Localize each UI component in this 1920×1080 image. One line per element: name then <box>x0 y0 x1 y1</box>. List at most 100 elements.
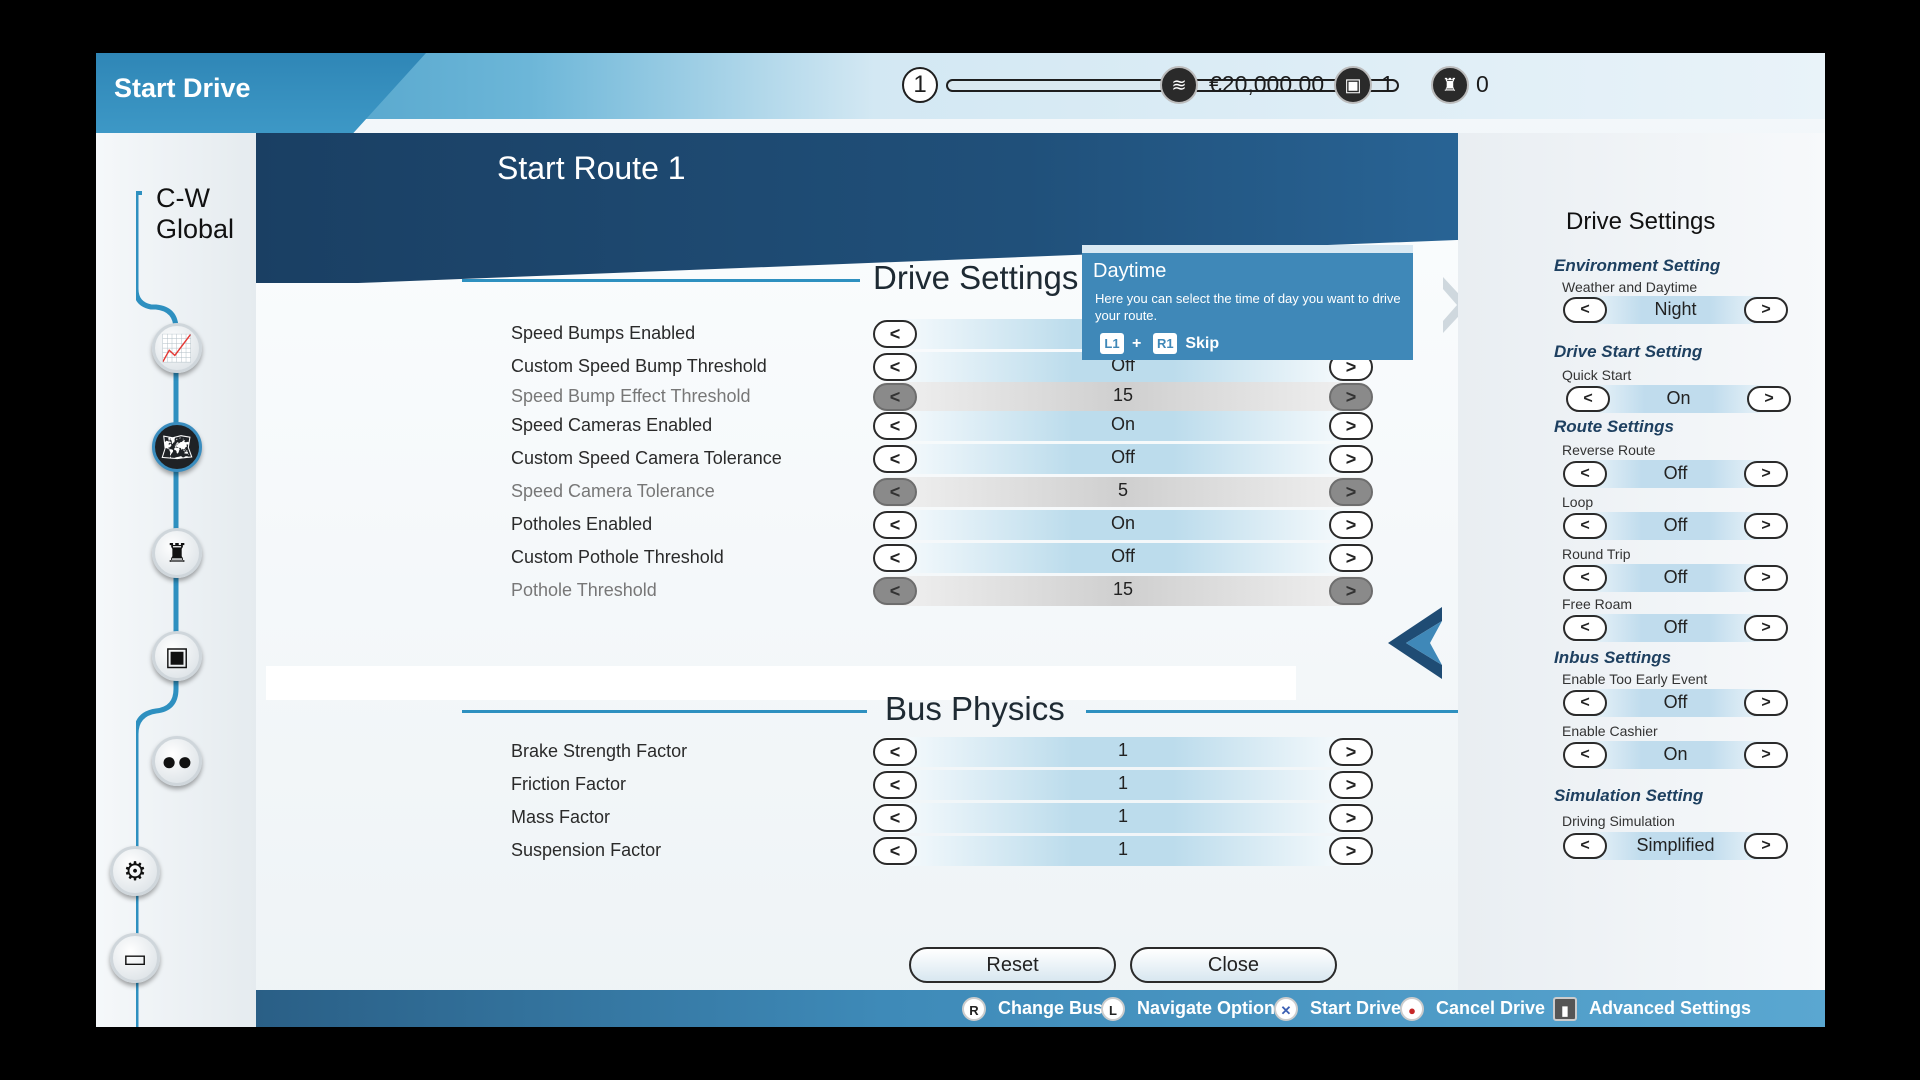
next-option-button[interactable]: > <box>1329 511 1373 539</box>
quick-start-next-button[interactable]: > <box>1747 386 1791 412</box>
physics-setting-selector[interactable]: <1 > <box>873 803 1373 833</box>
bus-button[interactable]: ▣ <box>152 631 202 681</box>
tooltip-skip-hint[interactable]: L1 + R1 Skip <box>1100 333 1219 354</box>
physics-setting-selector[interactable]: <1 > <box>873 770 1373 800</box>
bus-icon: ▣ <box>164 640 190 671</box>
reverse-route-prev-button[interactable]: < <box>1563 461 1607 487</box>
prev-option-button[interactable]: < <box>873 383 917 411</box>
drive-setting-selector[interactable]: <5 > <box>873 477 1373 507</box>
quick-start-value: On <box>1666 388 1691 408</box>
loop-next-button[interactable]: > <box>1744 513 1788 539</box>
next-option-button[interactable]: > <box>1329 837 1373 865</box>
settings-button[interactable]: ⚙ <box>110 846 160 896</box>
simulation-value: Simplified <box>1636 835 1715 855</box>
free-roam-next-button[interactable]: > <box>1744 615 1788 641</box>
drive-setting-selector[interactable]: < On > <box>873 510 1373 540</box>
next-option-button[interactable]: > <box>1329 412 1373 440</box>
stats-button[interactable]: 📈 <box>152 323 202 373</box>
physics-setting-selector[interactable]: <1 > <box>873 836 1373 866</box>
next-option-button[interactable]: > <box>1329 544 1373 572</box>
driver-count-icon: ♜ <box>1431 66 1469 104</box>
next-option-button[interactable]: > <box>1329 804 1373 832</box>
prev-option-button[interactable]: < <box>873 837 917 865</box>
too-early-next-button[interactable]: > <box>1744 690 1788 716</box>
cashier-next-button[interactable]: > <box>1744 742 1788 768</box>
option-value: On <box>1110 414 1135 434</box>
free-roam-selector[interactable]: < Off > <box>1563 614 1788 642</box>
weather-daytime-selector[interactable]: < Night > <box>1563 296 1788 324</box>
round-trip-selector[interactable]: < Off > <box>1563 564 1788 592</box>
prev-option-button[interactable]: < <box>873 511 917 539</box>
advanced-settings-label: Advanced Settings <box>1589 997 1752 1018</box>
loop-value: Off <box>1663 515 1688 535</box>
plus-sign: + <box>1132 335 1142 352</box>
prev-option-button[interactable]: < <box>873 445 917 473</box>
section-divider <box>1086 710 1496 713</box>
r-stick-icon: R <box>962 997 986 1021</box>
r1-key-icon: R1 <box>1153 333 1178 354</box>
prev-option-button[interactable]: < <box>873 804 917 832</box>
next-option-button[interactable]: > <box>1329 445 1373 473</box>
app-title: Start Drive <box>114 73 251 103</box>
next-option-button[interactable]: > <box>1329 738 1373 766</box>
drive-setting-selector[interactable]: < Off > <box>873 543 1373 573</box>
cashier-prev-button[interactable]: < <box>1563 742 1607 768</box>
monitor-button[interactable]: ▭ <box>110 933 160 983</box>
cancel-drive-hint[interactable]: ● Cancel Drive <box>1400 997 1545 1021</box>
reverse-route-selector[interactable]: < Off > <box>1563 460 1788 488</box>
drive-setting-selector[interactable]: < Off > <box>873 444 1373 474</box>
drive-setting-selector[interactable]: <15 > <box>873 382 1373 412</box>
drive-setting-label: Speed Camera Tolerance <box>511 481 715 501</box>
start-drive-hint[interactable]: ✕ Start Drive <box>1274 997 1401 1021</box>
round-trip-prev-button[interactable]: < <box>1563 565 1607 591</box>
next-option-button[interactable]: > <box>1329 771 1373 799</box>
next-option-button[interactable]: > <box>1329 478 1373 506</box>
weather-prev-button[interactable]: < <box>1563 297 1607 323</box>
map-button[interactable]: 🗺 <box>152 422 202 472</box>
option-value: Off <box>1111 447 1135 467</box>
coins-icon: ≋ <box>1160 66 1198 104</box>
next-option-button[interactable]: > <box>1329 383 1373 411</box>
prev-option-button[interactable]: < <box>873 478 917 506</box>
driving-simulation-selector[interactable]: < Simplified > <box>1563 832 1788 860</box>
driver-button[interactable]: ♜ <box>152 528 202 578</box>
inbus-settings-heading: Inbus Settings <box>1554 648 1672 667</box>
cross-button-icon: ✕ <box>1274 997 1298 1021</box>
option-value: 1 <box>1117 740 1128 760</box>
simulation-next-button[interactable]: > <box>1744 833 1788 859</box>
bottom-hint-bar: R Change Bus L Navigate Options ✕ Start Dri… <box>256 990 1825 1027</box>
prev-option-button[interactable]: < <box>873 771 917 799</box>
too-early-event-selector[interactable]: < Off > <box>1563 689 1788 717</box>
quick-start-prev-button[interactable]: < <box>1566 386 1610 412</box>
prev-option-button[interactable]: < <box>873 544 917 572</box>
option-value: 1 <box>1117 773 1128 793</box>
reset-button[interactable]: Reset <box>909 947 1116 983</box>
prev-option-button[interactable]: < <box>873 412 917 440</box>
weather-next-button[interactable]: > <box>1744 297 1788 323</box>
prev-option-button[interactable]: < <box>873 320 917 348</box>
reverse-route-next-button[interactable]: > <box>1744 461 1788 487</box>
level-badge: 1 <box>902 67 938 103</box>
physics-setting-selector[interactable]: <1 > <box>873 737 1373 767</box>
simulation-prev-button[interactable]: < <box>1563 833 1607 859</box>
quick-start-selector[interactable]: < On > <box>1566 385 1791 413</box>
change-bus-hint[interactable]: R Change Bus <box>962 997 1103 1021</box>
loop-selector[interactable]: < Off > <box>1563 512 1788 540</box>
drive-setting-selector[interactable]: <15 > <box>873 576 1373 606</box>
loop-prev-button[interactable]: < <box>1563 513 1607 539</box>
prev-option-button[interactable]: < <box>873 738 917 766</box>
close-button[interactable]: Close <box>1130 947 1337 983</box>
people-button[interactable]: ●● <box>152 736 202 786</box>
navigate-options-hint[interactable]: L Navigate Options <box>1101 997 1285 1021</box>
prev-option-button[interactable]: < <box>873 353 917 381</box>
next-option-button[interactable]: > <box>1329 577 1373 605</box>
advanced-settings-hint[interactable]: ▮ Advanced Settings <box>1553 997 1751 1021</box>
drive-setting-selector[interactable]: < On > <box>873 411 1373 441</box>
free-roam-prev-button[interactable]: < <box>1563 615 1607 641</box>
panel-chevron-left-icon[interactable] <box>1384 603 1446 683</box>
enable-cashier-selector[interactable]: < On > <box>1563 741 1788 769</box>
drive-setting-label: Pothole Threshold <box>511 580 657 600</box>
too-early-prev-button[interactable]: < <box>1563 690 1607 716</box>
round-trip-next-button[interactable]: > <box>1744 565 1788 591</box>
prev-option-button[interactable]: < <box>873 577 917 605</box>
